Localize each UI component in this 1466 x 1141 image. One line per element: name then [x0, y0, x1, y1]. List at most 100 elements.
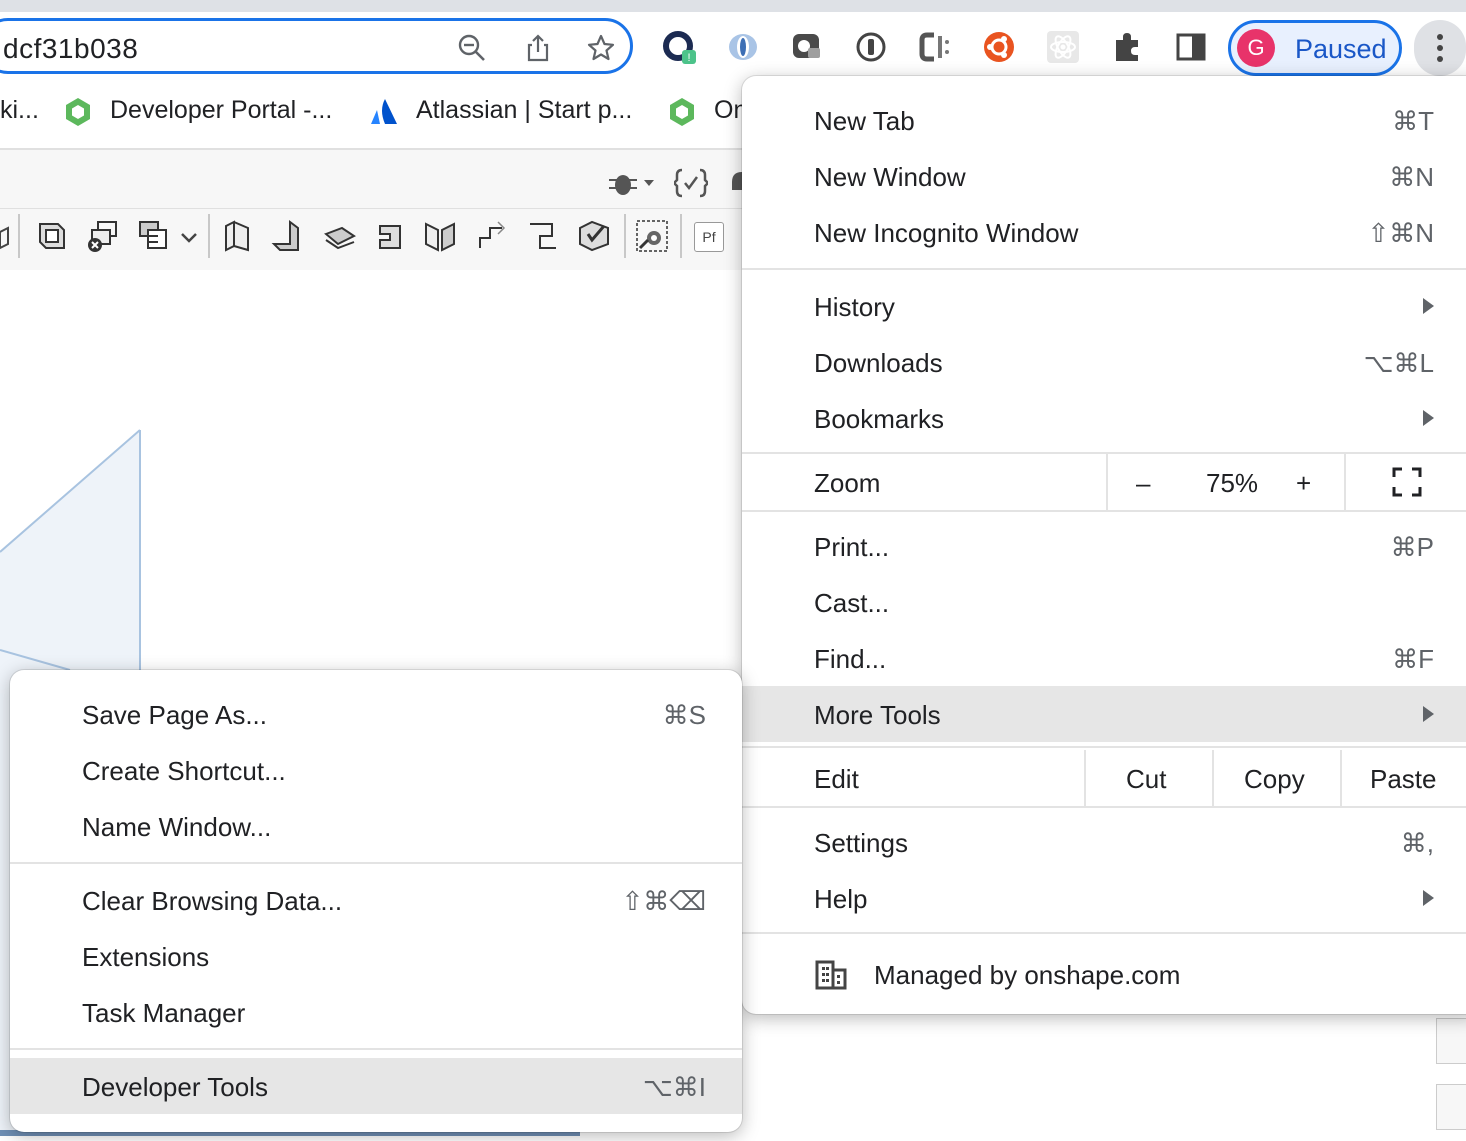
address-bar[interactable]: dcf31b038	[0, 18, 633, 74]
menu-item-extensions[interactable]: Extensions	[10, 928, 742, 984]
menu-item-create-shortcut[interactable]: Create Shortcut...	[10, 742, 742, 798]
menu-item-save-page-as[interactable]: Save Page As... ⌘S	[10, 686, 742, 742]
fullscreen-button[interactable]	[1344, 454, 1466, 510]
boolean-tool-icon[interactable]	[136, 218, 172, 254]
side-panel-icon[interactable]	[1174, 30, 1208, 64]
puzzle-icon[interactable]	[1110, 30, 1144, 64]
url-text[interactable]: dcf31b038	[3, 33, 138, 65]
chrome-menu-button[interactable]	[1414, 20, 1466, 76]
custom-feature-gear-icon[interactable]	[634, 218, 670, 254]
menu-separator	[742, 510, 1466, 512]
menu-item-help[interactable]: Help	[742, 870, 1466, 926]
extension-ring-icon[interactable]	[726, 30, 760, 64]
bookmark-developer-portal[interactable]: Developer Portal -...	[110, 96, 332, 125]
hexagon-logo-icon	[670, 98, 694, 126]
menu-label: Create Shortcut...	[82, 756, 286, 786]
extension-react-icon[interactable]	[1046, 30, 1080, 64]
menu-separator	[742, 746, 1466, 748]
cut-button[interactable]: Cut	[1084, 750, 1212, 806]
menu-label: Extensions	[82, 942, 210, 972]
paste-button[interactable]: Paste	[1340, 750, 1466, 806]
shortcut-hint: ⌘,	[1400, 828, 1434, 858]
pf-feature-button[interactable]: Pf	[694, 222, 724, 252]
menu-item-new-window[interactable]: New Window ⌘N	[742, 148, 1466, 204]
menu-dot	[1437, 45, 1443, 51]
profile-status: Paused	[1295, 34, 1387, 64]
menu-label: Name Window...	[82, 812, 272, 842]
menu-item-find[interactable]: Find... ⌘F	[742, 630, 1466, 686]
extension-screen-icon[interactable]	[790, 30, 824, 64]
copy-button[interactable]: Copy	[1212, 750, 1340, 806]
building-icon	[815, 960, 847, 990]
shortcut-hint: ⇧⌘⌫	[621, 886, 706, 916]
divider	[680, 214, 682, 258]
zoom-level: 75%	[1206, 468, 1259, 498]
bookmark-item[interactable]: ki...	[0, 96, 39, 125]
sheet-metal-model-icon[interactable]	[220, 218, 256, 254]
hem-icon[interactable]	[322, 218, 358, 254]
menu-item-new-incognito-window[interactable]: New Incognito Window ⇧⌘N	[742, 204, 1466, 260]
menu-label: New Window	[814, 162, 966, 192]
corner-tool-icon[interactable]	[576, 218, 612, 254]
menu-dot	[1437, 34, 1443, 40]
notification-bell-icon[interactable]	[726, 168, 742, 198]
menu-item-settings[interactable]: Settings ⌘,	[742, 814, 1466, 870]
extension-o-icon[interactable]: !	[662, 30, 696, 64]
menu-label: Zoom	[814, 468, 881, 498]
share-icon[interactable]	[523, 33, 553, 63]
menu-item-downloads[interactable]: Downloads ⌥⌘L	[742, 334, 1466, 390]
flange-icon[interactable]	[270, 218, 306, 254]
bend-icon[interactable]	[422, 218, 458, 254]
menu-item-print[interactable]: Print... ⌘P	[742, 518, 1466, 574]
more-tools-submenu: Save Page As... ⌘S Create Shortcut... Na…	[10, 670, 742, 1132]
extension-password-icon[interactable]	[854, 30, 888, 64]
menu-item-bookmarks[interactable]: Bookmarks	[742, 390, 1466, 446]
menu-label: New Incognito Window	[814, 218, 1079, 248]
menu-item-developer-tools[interactable]: Developer Tools ⌥⌘I	[10, 1058, 742, 1114]
form-tool-icon[interactable]	[474, 218, 510, 254]
bookmark-atlassian[interactable]: Atlassian | Start p...	[416, 96, 632, 125]
extension-ci-icon[interactable]	[918, 30, 952, 64]
bookmark-star-icon[interactable]	[586, 33, 616, 63]
shell-tool-icon[interactable]	[34, 218, 70, 254]
menu-label: Find...	[814, 644, 887, 674]
menu-item-task-manager[interactable]: Task Manager	[10, 984, 742, 1040]
divider	[208, 214, 210, 258]
debug-bug-icon[interactable]	[606, 168, 656, 198]
menu-dot	[1437, 56, 1443, 62]
delete-part-icon[interactable]	[86, 218, 122, 254]
paste-label: Paste	[1370, 764, 1437, 794]
zoom-out-button[interactable]: –	[1136, 468, 1150, 499]
menu-label: Save Page As...	[82, 700, 268, 730]
edit-row: Edit Cut Copy Paste	[742, 750, 1466, 806]
shortcut-hint: ⌘P	[1390, 532, 1434, 562]
shortcut-hint: ⌘N	[1389, 162, 1434, 192]
menu-item-clear-browsing-data[interactable]: Clear Browsing Data... ⇧⌘⌫	[10, 872, 742, 928]
atlassian-logo-icon	[371, 99, 397, 124]
menu-item-cast[interactable]: Cast...	[742, 574, 1466, 630]
menu-item-new-tab[interactable]: New Tab ⌘T	[742, 92, 1466, 148]
divider	[0, 208, 742, 209]
menu-label: Downloads	[814, 348, 943, 378]
shortcut-hint: ⌘S	[662, 700, 706, 730]
account-icon[interactable]	[1436, 1084, 1466, 1130]
hexagon-logo-icon	[66, 98, 90, 126]
menu-item-more-tools[interactable]: More Tools	[742, 686, 1466, 742]
menu-item-name-window[interactable]: Name Window...	[10, 798, 742, 854]
menu-item-managed[interactable]: Managed by onshape.com	[742, 946, 1466, 1002]
zoom-in-button[interactable]: +	[1296, 468, 1311, 499]
tab-strip	[0, 0, 1466, 12]
chevron-down-icon[interactable]	[178, 218, 200, 254]
tab-tool-icon[interactable]	[372, 218, 408, 254]
side-panel-tool-icon[interactable]	[1436, 1018, 1466, 1064]
code-brackets-icon[interactable]	[674, 168, 708, 198]
zoom-out-icon[interactable]	[457, 33, 487, 63]
menu-item-history[interactable]: History	[742, 278, 1466, 334]
menu-separator	[742, 806, 1466, 808]
zoom-row: Zoom – 75% +	[742, 454, 1466, 510]
joint-tool-icon[interactable]	[526, 218, 562, 254]
extension-ubuntu-icon[interactable]	[982, 30, 1016, 64]
submenu-arrow-icon	[1423, 298, 1434, 314]
profile-button[interactable]: G Paused	[1228, 20, 1402, 76]
shortcut-hint: ⌥⌘I	[642, 1072, 706, 1102]
